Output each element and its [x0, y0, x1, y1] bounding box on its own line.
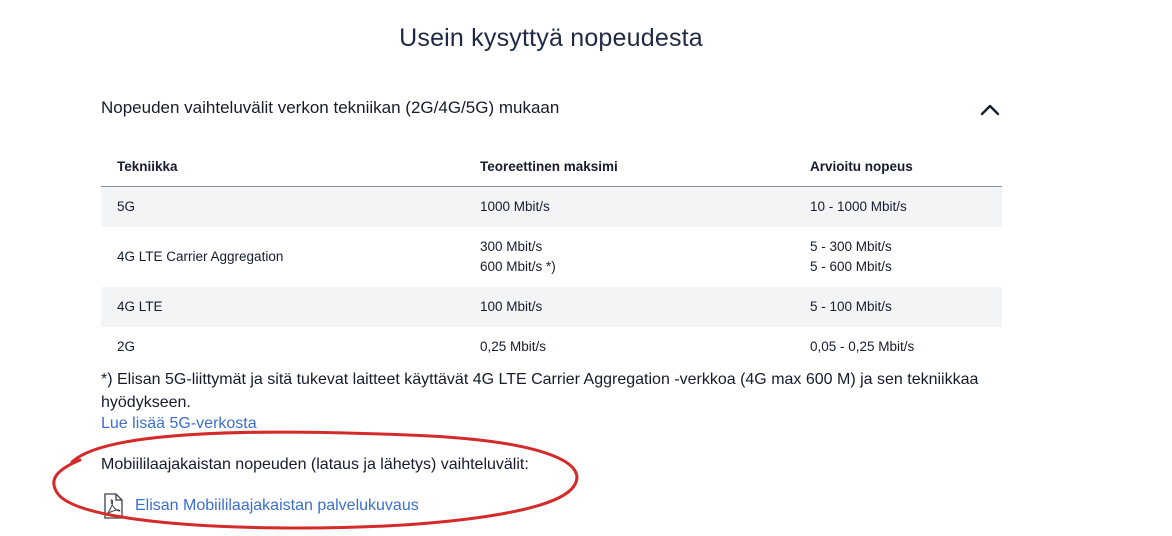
cell-estimated-line: 5 - 300 Mbit/s	[810, 239, 892, 254]
cell-max: 0,25 Mbit/s	[480, 339, 547, 354]
cell-estimated-line: 5 - 600 Mbit/s	[810, 259, 892, 274]
column-header-estimated: Arvioitu nopeus	[794, 146, 1002, 187]
table-row: 4G LTE Carrier Aggregation 300 Mbit/s 60…	[101, 227, 1002, 287]
column-header-max: Teoreettinen maksimi	[464, 146, 794, 187]
cell-max-line: 300 Mbit/s	[480, 239, 543, 254]
table-row: 5G 1000 Mbit/s 10 - 1000 Mbit/s	[101, 186, 1002, 227]
pdf-link-label: Elisan Mobiililaajakaistan palvelukuvaus	[135, 497, 419, 514]
column-header-tech: Tekniikka	[101, 146, 464, 187]
chevron-up-icon[interactable]	[977, 98, 1003, 122]
cell-tech: 5G	[101, 186, 464, 227]
page-title: Usein kysyttyä nopeudesta	[399, 24, 703, 52]
footnote: *) Elisan 5G-liittymät ja sitä tukevat l…	[101, 371, 979, 411]
cell-max: 300 Mbit/s 600 Mbit/s *)	[464, 227, 794, 287]
speed-table: Tekniikka Teoreettinen maksimi Arvioitu …	[101, 146, 1002, 367]
pdf-file-icon	[103, 493, 123, 519]
cell-max: 1000 Mbit/s	[464, 186, 794, 227]
cell-estimated: 5 - 300 Mbit/s 5 - 600 Mbit/s	[794, 227, 1002, 287]
read-more-5g-link[interactable]: Lue lisää 5G-verkosta	[101, 415, 257, 433]
cell-max: 100 Mbit/s	[464, 287, 794, 327]
cell-estimated: 0,05 - 0,25 Mbit/s	[810, 339, 915, 354]
cell-tech: 2G	[117, 339, 136, 354]
table-row: 2G 0,25 Mbit/s 0,05 - 0,25 Mbit/s	[101, 327, 1002, 367]
table-row: 4G LTE 100 Mbit/s 5 - 100 Mbit/s	[101, 287, 1002, 327]
accordion-header-speed-ranges[interactable]: Nopeuden vaihteluvälit verkon tekniikan …	[101, 98, 1002, 122]
cell-estimated: 10 - 1000 Mbit/s	[794, 186, 1002, 227]
accordion-title: Nopeuden vaihteluvälit verkon tekniikan …	[101, 98, 560, 117]
cell-tech: 4G LTE	[101, 287, 464, 327]
cell-tech: 4G LTE Carrier Aggregation	[117, 249, 284, 264]
cell-estimated: 5 - 100 Mbit/s	[794, 287, 1002, 327]
mobile-broadband-speed-text: Mobiililaajakaistan nopeuden (lataus ja …	[101, 456, 529, 473]
cell-max-line: 600 Mbit/s *)	[480, 259, 556, 274]
table-header-row: Tekniikka Teoreettinen maksimi Arvioitu …	[101, 146, 1002, 187]
